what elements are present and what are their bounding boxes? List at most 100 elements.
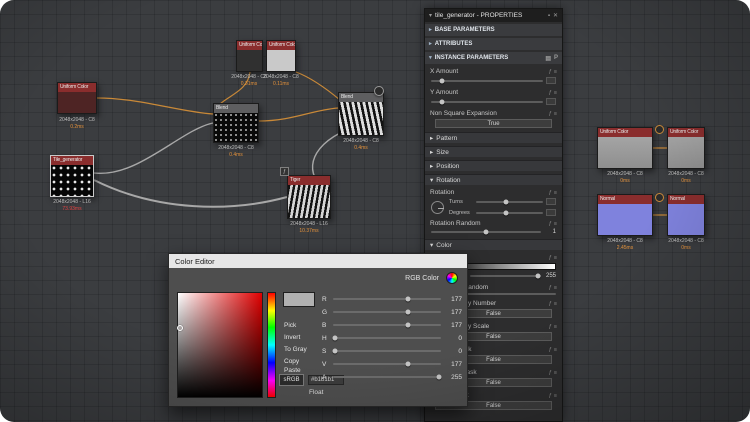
- node-caption: 2048x2048 - C8 0.11ms: [263, 74, 299, 87]
- function-icon[interactable]: ƒ: [549, 370, 552, 376]
- function-icon[interactable]: ƒ: [549, 221, 552, 227]
- section-base-parameters[interactable]: ▸ BASE PARAMETERS: [425, 24, 562, 36]
- node-tiger[interactable]: Tiger: [287, 175, 331, 219]
- color-editor-title: Color Editor: [175, 257, 215, 266]
- blue-value[interactable]: 177: [445, 322, 462, 329]
- saturation-value[interactable]: 0: [445, 348, 462, 355]
- function-icon[interactable]: ƒ: [549, 255, 552, 261]
- saturation-slider[interactable]: [333, 350, 441, 352]
- blue-slider[interactable]: [333, 324, 441, 326]
- node-compute-time: 0.4ms: [229, 152, 243, 158]
- color-value-slider[interactable]: [470, 275, 541, 277]
- node-uniform-color-3[interactable]: Uniform Color: [266, 40, 296, 72]
- node-compute-time: 73.93ms: [62, 206, 81, 212]
- node-tile-generator[interactable]: Tile_generator: [50, 155, 94, 197]
- turns-slider-row[interactable]: Turns: [449, 198, 556, 205]
- function-icon[interactable]: ƒ: [549, 393, 552, 399]
- node-output-badge-icon[interactable]: [374, 86, 384, 96]
- menu-icon[interactable]: ≡: [554, 111, 557, 117]
- pick-button[interactable]: Pick: [284, 320, 320, 331]
- node-connector-badge-icon[interactable]: [655, 125, 664, 134]
- function-icon[interactable]: ƒ: [549, 324, 552, 330]
- preset-icon[interactable]: P: [554, 55, 558, 61]
- hue-value[interactable]: 0: [445, 335, 462, 342]
- subsection-rotation[interactable]: ▾ Rotation: [425, 174, 562, 185]
- non-square-expansion-toggle[interactable]: True: [435, 119, 552, 128]
- node-uniform-color-1[interactable]: Uniform Color: [57, 82, 97, 114]
- function-icon[interactable]: ƒ: [549, 69, 552, 75]
- menu-icon[interactable]: ≡: [554, 221, 557, 227]
- menu-icon[interactable]: ≡: [554, 90, 557, 96]
- menu-icon[interactable]: ≡: [554, 285, 557, 291]
- function-icon[interactable]: ƒ: [549, 285, 552, 291]
- menu-icon[interactable]: ≡: [554, 69, 557, 75]
- node-function-badge-icon[interactable]: ƒ: [280, 167, 289, 176]
- node-uniform-color-right-2[interactable]: Uniform Color: [667, 127, 705, 169]
- subsection-size[interactable]: ▸ Size: [425, 146, 562, 157]
- saturation-value-picker[interactable]: [177, 292, 263, 398]
- document-icon[interactable]: ▤: [545, 55, 551, 62]
- section-attributes[interactable]: ▸ ATTRIBUTES: [425, 38, 562, 50]
- degrees-slider-row[interactable]: Degrees: [449, 209, 556, 216]
- menu-icon[interactable]: ≡: [554, 393, 557, 399]
- red-slider[interactable]: [333, 298, 441, 300]
- menu-icon[interactable]: ≡: [554, 370, 557, 376]
- function-icon[interactable]: ƒ: [549, 190, 552, 196]
- x-amount-value-box[interactable]: [546, 77, 556, 84]
- close-icon[interactable]: ✕: [553, 12, 558, 19]
- degrees-value-box[interactable]: [546, 209, 556, 216]
- subsection-pattern[interactable]: ▸ Pattern: [425, 132, 562, 143]
- red-value[interactable]: 177: [445, 296, 462, 303]
- x-amount-slider[interactable]: [425, 75, 562, 85]
- to-gray-button[interactable]: To Gray: [284, 344, 320, 355]
- node-normal-1[interactable]: Normal: [597, 194, 653, 236]
- alpha-slider[interactable]: [333, 376, 441, 378]
- node-connector-badge-icon[interactable]: [655, 193, 664, 202]
- color-editor-title-bar[interactable]: Color Editor: [169, 254, 467, 268]
- menu-icon[interactable]: ≡: [554, 301, 557, 307]
- chevron-down-icon: ▾: [429, 12, 432, 19]
- y-amount-slider[interactable]: [425, 96, 562, 106]
- pin-icon[interactable]: ▪: [548, 13, 550, 19]
- menu-icon[interactable]: ≡: [554, 190, 557, 196]
- node-blend-2[interactable]: Blend: [338, 92, 384, 136]
- properties-title-bar[interactable]: ▾ tile_generator - PROPERTIES ▪ ✕: [425, 9, 562, 22]
- node-blend-1[interactable]: Blend: [213, 103, 259, 143]
- function-icon[interactable]: ƒ: [549, 301, 552, 307]
- menu-icon[interactable]: ≡: [554, 347, 557, 353]
- srgb-toggle[interactable]: sRGB: [279, 374, 304, 386]
- subsection-position[interactable]: ▸ Position: [425, 160, 562, 171]
- float-toggle[interactable]: Float: [309, 389, 323, 396]
- menu-icon[interactable]: ≡: [554, 324, 557, 330]
- color-picker-cursor[interactable]: [177, 325, 183, 331]
- node-compute-time: 0ms: [681, 178, 690, 184]
- hue-slider[interactable]: [333, 337, 441, 339]
- substance-designer-window: Uniform Color 2048x2048 - C8 0.2ms Unifo…: [0, 0, 750, 422]
- node-uniform-color-right-1[interactable]: Uniform Color: [597, 127, 653, 169]
- node-preview: [58, 92, 96, 113]
- function-icon[interactable]: ƒ: [549, 347, 552, 353]
- alpha-value[interactable]: 255: [445, 374, 462, 381]
- chevron-right-icon: ▸: [430, 148, 433, 156]
- value-slider[interactable]: [333, 363, 441, 365]
- node-uniform-color-2[interactable]: Uniform Color: [236, 40, 263, 72]
- subsection-color[interactable]: ▾ Color: [425, 239, 562, 250]
- menu-icon[interactable]: ≡: [554, 255, 557, 261]
- rotation-random-slider[interactable]: 1: [425, 227, 562, 236]
- color-editor-body: RGB Color Pick Invert To Gray Copy Paste…: [169, 268, 467, 406]
- node-compute-time: 0.11ms: [273, 81, 289, 87]
- node-normal-2[interactable]: Normal: [667, 194, 705, 236]
- invert-button[interactable]: Invert: [284, 332, 320, 343]
- function-icon[interactable]: ƒ: [549, 90, 552, 96]
- green-value[interactable]: 177: [445, 309, 462, 316]
- turns-value-box[interactable]: [546, 198, 556, 205]
- y-amount-value-box[interactable]: [546, 98, 556, 105]
- rotation-dial[interactable]: [431, 201, 444, 214]
- color-wheel-icon[interactable]: [446, 272, 458, 284]
- function-icon[interactable]: ƒ: [549, 111, 552, 117]
- green-slider[interactable]: [333, 311, 441, 313]
- hue-strip[interactable]: [267, 292, 276, 398]
- node-caption: 2048x2048 - C8 0.4ms: [218, 145, 254, 158]
- value-value[interactable]: 177: [445, 361, 462, 368]
- section-instance-parameters[interactable]: ▾ INSTANCE PARAMETERS ▤ P: [425, 52, 562, 64]
